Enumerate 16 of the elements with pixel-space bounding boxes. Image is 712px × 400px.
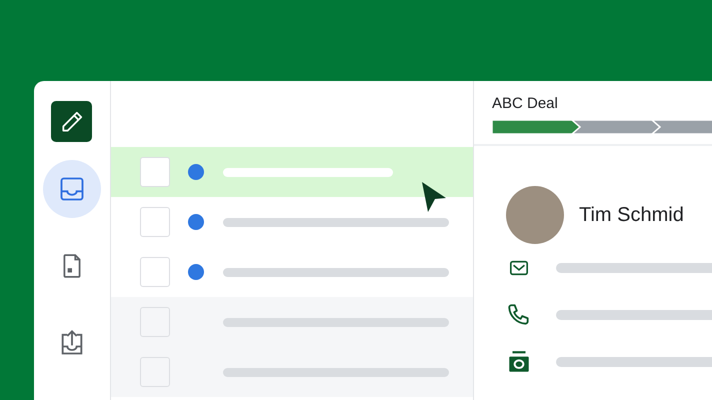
pencil-logo[interactable]	[51, 101, 92, 142]
checkbox[interactable]	[140, 157, 170, 187]
list-row[interactable]	[110, 347, 473, 397]
checkbox[interactable]	[140, 257, 170, 287]
deal-title: ABC Deal	[492, 95, 559, 112]
unread-dot	[188, 214, 204, 230]
unread-dot	[188, 164, 204, 180]
checkbox[interactable]	[140, 307, 170, 337]
unread-dot	[188, 264, 204, 280]
checkbox[interactable]	[140, 207, 170, 237]
cursor-icon	[420, 180, 448, 214]
list-row[interactable]	[110, 147, 473, 197]
checkbox[interactable]	[140, 357, 170, 387]
list-row[interactable]	[110, 297, 473, 347]
contact-name: Tim Schmid	[579, 204, 684, 226]
inbox-icon	[58, 175, 86, 203]
